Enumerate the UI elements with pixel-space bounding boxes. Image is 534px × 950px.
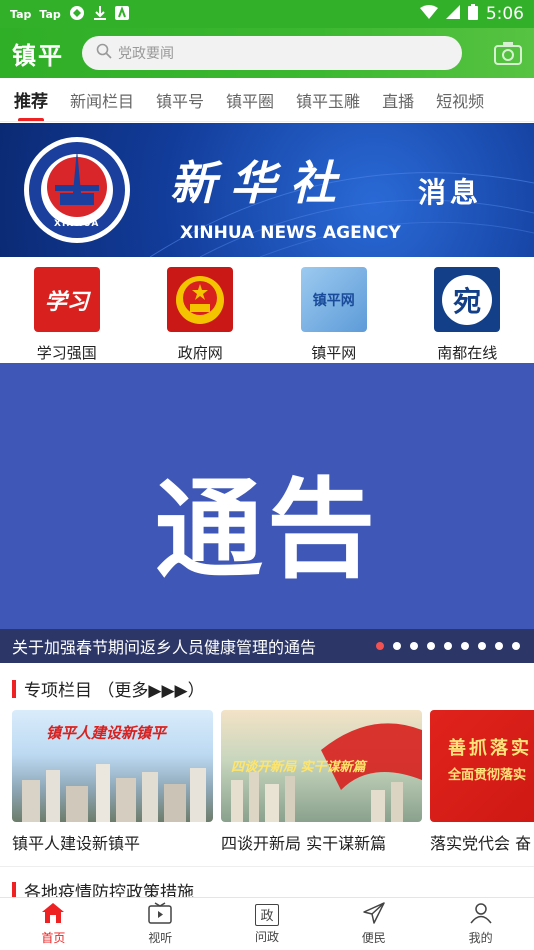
quick-link-label: 镇平网 — [311, 344, 357, 362]
user-icon — [469, 902, 493, 927]
status-time: 5:06 — [485, 4, 524, 24]
xinhua-emblem-text: XINHUA — [54, 219, 100, 229]
camera-icon[interactable] — [494, 41, 522, 65]
video-icon — [148, 902, 172, 927]
carousel-caption: 关于加强春节期间返乡人员健康管理的通告 — [12, 638, 317, 657]
download-icon — [93, 5, 107, 24]
nav-label: 我的 — [468, 931, 493, 945]
tab-live[interactable]: 直播 — [382, 88, 414, 112]
nav-inquiry[interactable]: 政 问政 — [214, 898, 321, 950]
carousel-dot[interactable] — [444, 642, 452, 650]
quick-link-label: 学习强国 — [36, 344, 97, 362]
special-section-title: 专项栏目 （更多▶▶▶） — [24, 681, 205, 701]
quick-link-label: 政府网 — [177, 344, 223, 362]
quick-link-zhenping-net[interactable]: 镇平网 镇平网 — [267, 257, 401, 363]
card-image: 四谈开新局 实干谋新篇 — [221, 710, 422, 822]
card-title: 四谈开新局 实干谋新篇 — [221, 834, 387, 853]
tab-zhenping-circle[interactable]: 镇平圈 — [226, 88, 274, 112]
signal-icon — [445, 4, 460, 24]
xinhua-title: 新华社 — [170, 156, 350, 210]
xinhua-emblem-icon: XINHUA — [22, 135, 132, 249]
xinhua-message: 消息 — [418, 176, 483, 209]
xinhua-english: XINHUA NEWS AGENCY — [180, 223, 401, 243]
home-icon — [41, 902, 65, 927]
wifi-icon — [419, 4, 438, 24]
carousel-dots — [376, 642, 534, 650]
send-icon — [362, 902, 386, 927]
tab-short-video[interactable]: 短视频 — [436, 88, 484, 112]
taptap-notification-icon: Tap — [39, 7, 61, 21]
card-image-text: 全面贯彻落实 — [448, 768, 527, 783]
nav-video[interactable]: 视听 — [107, 898, 214, 950]
card-image-text: 四谈开新局 实干谋新篇 — [231, 760, 366, 775]
section-accent-bar — [12, 679, 16, 698]
search-icon — [96, 43, 112, 63]
nav-label: 视听 — [148, 931, 173, 945]
nav-label: 问政 — [254, 929, 279, 944]
card-image: 镇平人建设新镇平 — [12, 710, 213, 822]
news-carousel[interactable]: 通告 关于加强春节期间返乡人员健康管理的通告 — [0, 363, 534, 663]
quick-link-government[interactable]: 政府网 — [134, 257, 268, 363]
special-cards: 镇平人建设新镇平 镇平人建设新镇平 四谈开新局 实干谋新篇 四谈开新局 实干谋新… — [12, 710, 534, 860]
carousel-dot[interactable] — [376, 642, 384, 650]
carousel-caption-bar: 关于加强春节期间返乡人员健康管理的通告 — [0, 629, 534, 663]
carousel-dot[interactable] — [427, 642, 435, 650]
search-input[interactable]: 党政要闻 — [82, 36, 462, 70]
category-tabs: 推荐 新闻栏目 镇平号 镇平圈 镇平玉雕 直播 短视频 — [0, 78, 534, 122]
taptap-notification-icon: Tap — [10, 7, 32, 21]
app-notification-icon — [114, 5, 129, 23]
xinhua-banner[interactable]: XINHUA 新华社 消息 XINHUA NEWS AGENCY — [0, 123, 534, 257]
card-title: 落实党代会 奋 — [430, 834, 532, 853]
nandu-icon: 宛 — [434, 267, 501, 332]
nav-convenience[interactable]: 便民 — [320, 898, 427, 950]
inquiry-icon: 政 — [254, 903, 279, 926]
battery-icon — [467, 3, 478, 25]
carousel-dot[interactable] — [495, 642, 503, 650]
special-card[interactable]: 镇平人建设新镇平 镇平人建设新镇平 — [12, 710, 213, 860]
tab-jade-carving[interactable]: 镇平玉雕 — [296, 88, 360, 112]
national-emblem-icon — [167, 267, 234, 332]
carousel-dot[interactable] — [393, 642, 401, 650]
status-bar: Tap Tap 5:06 — [0, 0, 534, 28]
nav-mine[interactable]: 我的 — [427, 898, 534, 950]
carousel-dot[interactable] — [512, 642, 520, 650]
card-image: 善抓落实 全面贯彻落实 — [430, 710, 534, 822]
tab-zhenping-account[interactable]: 镇平号 — [156, 88, 204, 112]
carousel-image-text: 通告 — [154, 467, 379, 593]
special-card[interactable]: 善抓落实 全面贯彻落实 落实党代会 奋 — [430, 710, 534, 860]
carousel-dot[interactable] — [478, 642, 486, 650]
tab-recommend[interactable]: 推荐 — [14, 87, 48, 121]
carousel-dot[interactable] — [461, 642, 469, 650]
nav-label: 便民 — [361, 931, 386, 945]
quick-link-nandu[interactable]: 宛 南都在线 — [401, 257, 534, 363]
quick-link-label: 南都在线 — [437, 344, 498, 362]
zhenping-net-icon: 镇平网 — [300, 267, 367, 332]
card-image-text: 善抓落实 — [448, 738, 532, 759]
quick-links: 学习 学习强国 政府网 镇平网 镇平网 宛 南都在线 — [0, 257, 534, 363]
quick-link-xuexi[interactable]: 学习 学习强国 — [0, 257, 134, 363]
special-section-header[interactable]: 专项栏目 （更多▶▶▶） — [12, 676, 205, 701]
carousel-dot[interactable] — [410, 642, 418, 650]
section-divider — [0, 866, 534, 867]
special-card[interactable]: 四谈开新局 实干谋新篇 四谈开新局 实干谋新篇 — [221, 710, 422, 860]
card-title: 镇平人建设新镇平 — [12, 834, 141, 853]
search-placeholder: 党政要闻 — [118, 46, 174, 62]
xuexi-icon: 学习 — [33, 267, 100, 332]
tab-news-columns[interactable]: 新闻栏目 — [70, 88, 134, 112]
bottom-nav: 首页 视听 政 问政 便民 我的 — [0, 897, 534, 950]
app-header: 镇平 党政要闻 — [0, 28, 534, 78]
sync-icon — [69, 5, 85, 24]
nav-home[interactable]: 首页 — [0, 898, 107, 950]
nav-label: 首页 — [41, 931, 66, 945]
app-logo: 镇平 — [12, 40, 64, 70]
card-image-text: 镇平人建设新镇平 — [46, 724, 167, 742]
